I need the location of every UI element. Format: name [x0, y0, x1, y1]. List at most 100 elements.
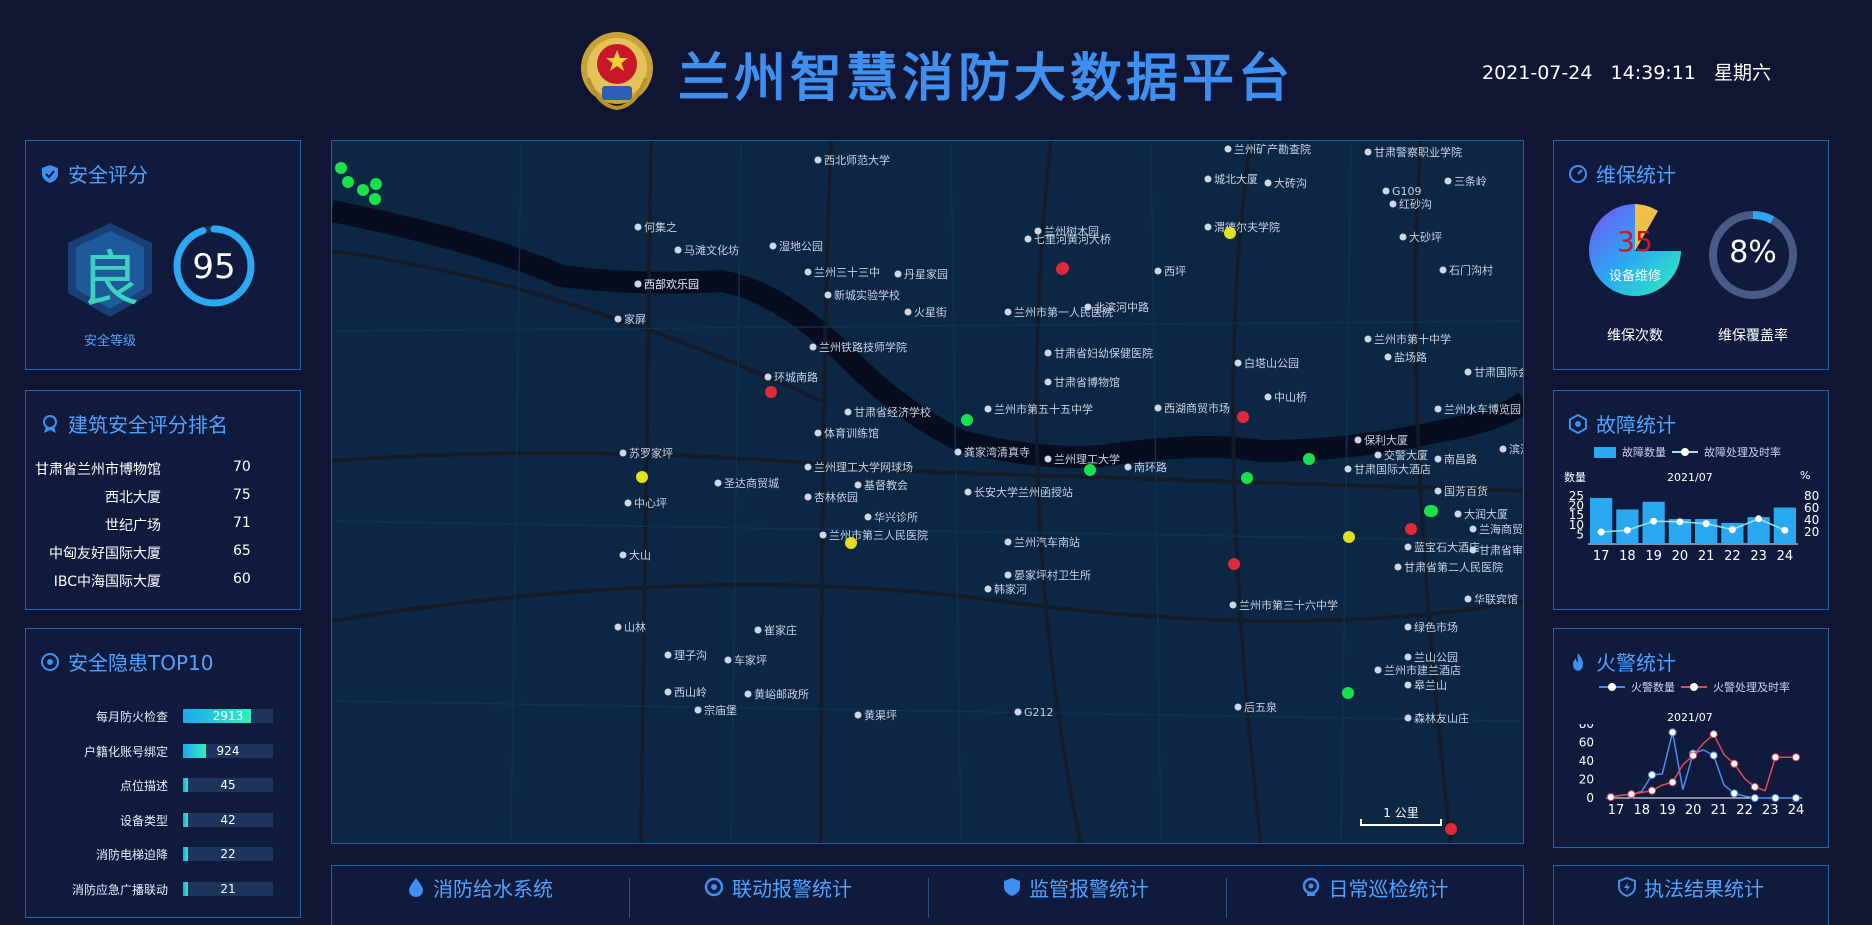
fire-xtick: 20: [1685, 803, 1702, 818]
page-title: 兰州智慧消防大数据平台: [678, 49, 1295, 109]
map-label: 甘肃省经济学校: [854, 405, 931, 419]
fire-series-point: [1792, 753, 1800, 762]
map-label: 兰州水车博览园: [1444, 402, 1521, 416]
map-poi-icon: [1434, 487, 1442, 495]
map-marker-red[interactable]: [765, 386, 777, 398]
map-marker-green[interactable]: [370, 178, 382, 190]
map-marker-green[interactable]: [961, 414, 973, 426]
map-marker-yellow[interactable]: [1343, 531, 1355, 543]
map-poi-icon: [1234, 703, 1242, 711]
map-label: 兰州市第三十六中学: [1239, 598, 1338, 612]
map-marker-yellow[interactable]: [845, 537, 857, 549]
fault-rate-point: [1623, 526, 1631, 534]
map-label: 新城实验学校: [834, 288, 900, 302]
map-marker-green[interactable]: [1424, 505, 1436, 517]
map-marker-green[interactable]: [1303, 453, 1315, 465]
map-label: 火星街: [914, 305, 947, 319]
map-marker-yellow[interactable]: [1224, 227, 1236, 239]
medal-icon: [43, 414, 57, 433]
map-label: 丹星家园: [904, 267, 948, 281]
map-marker-green[interactable]: [1241, 472, 1253, 484]
hazard-name: 设备类型: [119, 813, 168, 828]
map-marker-green[interactable]: [335, 162, 347, 174]
hazard-value: 22: [220, 847, 236, 861]
maintenance-panel: 维保统计 35 设备维修 维保次数 8% 维保覆盖率: [1553, 140, 1829, 370]
fault-xtick: 20: [1672, 549, 1689, 564]
fault-bar: [1773, 507, 1796, 544]
city-map[interactable]: 七里河黄河大桥 兰州树木园 马滩文化坊 湿地公园 兰州三十三中 新城实验学校 西部欢乐园 丹星…: [331, 140, 1524, 844]
map-label: 华兴诊所: [874, 510, 918, 524]
map-poi-icon: [854, 481, 862, 489]
hazard-bar-track: 21: [183, 881, 273, 896]
map-label: 兰州矿产勘查院: [1234, 142, 1311, 156]
safety-score-panel: 安全评分 良 安全等级 95: [25, 140, 301, 370]
map-label: 大润大厦: [1464, 507, 1508, 521]
hazard-value: 2913: [212, 709, 244, 723]
shield-icon: [1004, 878, 1020, 896]
fault-xtick: 23: [1750, 549, 1767, 564]
map-label: 中山桥: [1274, 391, 1307, 404]
map-label: 晏家坪村卫生所: [1014, 568, 1091, 582]
fault-legend: 故障数量 故障处理及时率: [1594, 444, 1781, 460]
hazard-bar-track: 42: [183, 812, 273, 827]
map-poi-icon: [664, 688, 672, 696]
map-marker-red[interactable]: [1445, 823, 1457, 835]
map-marker-green[interactable]: [357, 184, 369, 196]
map-label: 何集之: [644, 220, 677, 234]
map-poi-icon: [1004, 571, 1012, 579]
safety-grade-char: 良: [80, 245, 140, 315]
map-marker-red[interactable]: [1237, 411, 1249, 423]
map-marker-red[interactable]: [1228, 558, 1240, 570]
rank-name: IBC中海国际大厦: [53, 574, 161, 590]
fault-legend-bar: 故障数量: [1622, 446, 1666, 459]
maintenance-count-label: 设备维修: [1608, 269, 1661, 284]
map-marker-red[interactable]: [1057, 262, 1069, 274]
map-label: 兰州理工大学网球场: [814, 460, 913, 474]
hazard-name: 每月防火检查: [95, 710, 168, 724]
page-header: 兰州智慧消防大数据平台 2021-07-24 14:39:11 星期六: [0, 0, 1872, 140]
map-marker-green[interactable]: [1084, 464, 1096, 476]
map-label: 兰州三十三中: [814, 265, 880, 279]
tab-fire-water-system[interactable]: 消防给水系统: [331, 862, 629, 912]
map-poi-icon: [814, 156, 822, 164]
rank-row: 中匈友好国际大厦 65: [26, 543, 276, 571]
fire-series-point: [1668, 728, 1677, 737]
map-marker-green[interactable]: [342, 176, 354, 188]
map-label: 甘肃省妇幼保健医院: [1054, 346, 1153, 360]
tab-enforcement-result[interactable]: 执法结果统计: [1553, 862, 1829, 912]
fire-series-point: [1750, 794, 1759, 802]
hazard-title: 安全隐患TOP10: [40, 647, 213, 676]
building-rank-title: 建筑安全评分排名: [40, 409, 228, 438]
fire-xtick: 22: [1736, 803, 1753, 818]
map-label: 西湖商贸市场: [1164, 401, 1230, 415]
map-poi-icon: [1404, 714, 1412, 722]
map-poi-icon: [1454, 510, 1462, 518]
fire-series-point: [1771, 794, 1780, 802]
fault-title-text: 故障统计: [1596, 413, 1676, 437]
map-poi-icon: [714, 479, 722, 487]
fault-chart: 2520151058060402017 18 19 20 21 22 23 24: [1569, 489, 1820, 564]
fire-xtick: 21: [1711, 803, 1728, 818]
map-poi-icon: [1044, 455, 1052, 463]
hazard-row: 每月防火检查 2913: [26, 704, 286, 738]
map-label: 交警大厦: [1384, 448, 1428, 462]
fault-ytick-right: 20: [1804, 525, 1819, 539]
fire-xtick: 17: [1608, 803, 1625, 818]
tab-monitor-alarm[interactable]: 监管报警统计: [927, 862, 1225, 912]
hazard-bar-track: 2913: [183, 709, 273, 723]
map-poi-icon: [1044, 378, 1052, 386]
map-marker-red[interactable]: [1405, 523, 1417, 535]
fault-rate-point: [1676, 518, 1684, 526]
map-label: 理子沟: [674, 649, 707, 662]
tab-daily-patrol[interactable]: 日常巡检统计: [1225, 862, 1524, 912]
map-marker-yellow[interactable]: [636, 471, 648, 483]
fire-xtick: 18: [1633, 803, 1650, 818]
map-poi-icon: [854, 711, 862, 719]
map-marker-green[interactable]: [1342, 687, 1354, 699]
tab-label: 日常巡检统计: [1328, 876, 1449, 901]
map-canvas[interactable]: 七里河黄河大桥兰州树木园马滩文化坊 湿地公园兰州三十三中新城实验学校西部欢乐园丹星…: [332, 141, 1524, 844]
fire-xtick: 23: [1762, 803, 1779, 818]
tab-linkage-alarm[interactable]: 联动报警统计: [629, 862, 927, 912]
map-marker-green[interactable]: [369, 193, 381, 205]
hazard-row: 点位描述 45: [26, 773, 286, 807]
